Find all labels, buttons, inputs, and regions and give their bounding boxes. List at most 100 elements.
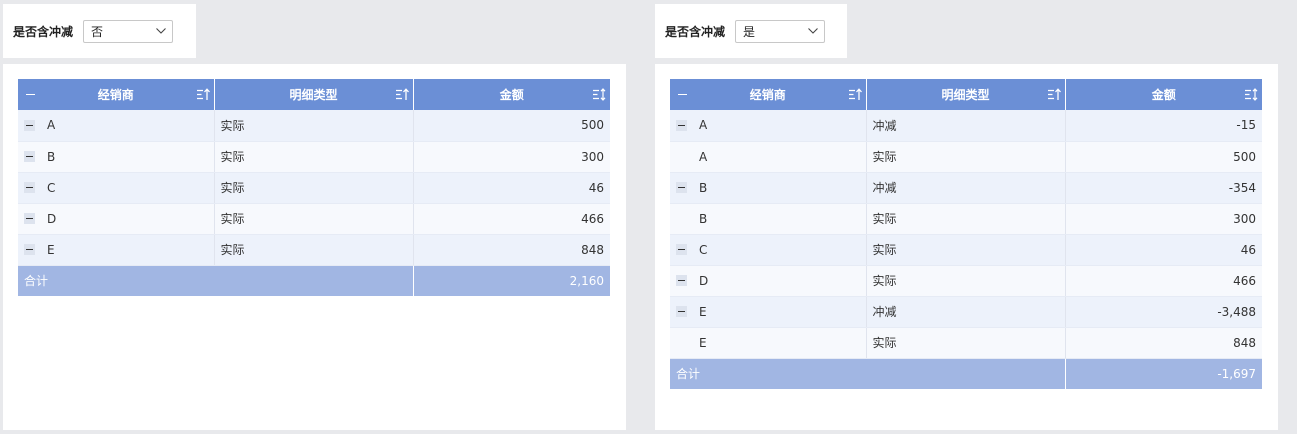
table-row: D 实际 466 bbox=[670, 265, 1262, 297]
dealer-label: E bbox=[47, 242, 55, 257]
cell-dealer: A bbox=[18, 110, 215, 142]
sort-toggle-icon[interactable] bbox=[1244, 88, 1258, 101]
cell-dealer: E bbox=[670, 327, 867, 359]
total-amount: -1,697 bbox=[1065, 358, 1262, 389]
total-amount: 2,160 bbox=[413, 265, 610, 296]
dealer-label: E bbox=[699, 304, 707, 319]
cell-detail-type: 实际 bbox=[866, 265, 1066, 297]
cell-dealer: A bbox=[670, 110, 867, 142]
cell-amount: 500 bbox=[1065, 141, 1262, 173]
cell-dealer: C bbox=[18, 172, 215, 204]
cell-detail-type: 实际 bbox=[214, 141, 414, 173]
dealer-label: C bbox=[47, 180, 56, 195]
table-row: C 实际 46 bbox=[670, 234, 1262, 266]
collapse-minus-icon[interactable] bbox=[676, 275, 687, 286]
collapse-minus-icon[interactable] bbox=[676, 182, 687, 193]
cell-detail-type: 实际 bbox=[866, 327, 1066, 359]
total-row: 合计 2,160 bbox=[18, 265, 610, 296]
cell-amount: 46 bbox=[413, 172, 610, 204]
table-row: A 实际 500 bbox=[18, 110, 610, 142]
cell-detail-type: 实际 bbox=[214, 172, 414, 204]
collapse-minus-icon[interactable] bbox=[24, 151, 35, 162]
collapse-minus-icon[interactable] bbox=[676, 306, 687, 317]
cell-dealer: B bbox=[18, 141, 215, 173]
header-dealer[interactable]: 经销商 bbox=[670, 79, 867, 110]
dealer-label: C bbox=[699, 242, 708, 257]
header-label: 明细类型 bbox=[289, 88, 338, 102]
sort-ascending-icon[interactable] bbox=[848, 88, 862, 101]
pivot-table-right: 经销商 明细类型 金额 A 冲减 -15 A 实际 500 B 冲减 -354 … bbox=[670, 79, 1262, 389]
cell-amount: 500 bbox=[413, 110, 610, 142]
cell-amount: 848 bbox=[1065, 327, 1262, 359]
table-row: C 实际 46 bbox=[18, 172, 610, 204]
cell-detail-type: 实际 bbox=[866, 141, 1066, 173]
collapse-minus-icon[interactable] bbox=[676, 244, 687, 255]
cell-amount: 466 bbox=[413, 203, 610, 235]
dealer-label: B bbox=[699, 180, 708, 195]
offset-filter-select[interactable]: 否 bbox=[83, 19, 174, 43]
header-dealer[interactable]: 经销商 bbox=[18, 79, 215, 110]
collapse-all-icon[interactable] bbox=[26, 94, 35, 95]
cell-dealer: B bbox=[670, 203, 867, 235]
cell-dealer: C bbox=[670, 234, 867, 266]
cell-detail-type: 实际 bbox=[866, 234, 1066, 266]
cell-dealer: B bbox=[670, 172, 867, 204]
header-amount[interactable]: 金额 bbox=[1065, 79, 1262, 110]
cell-detail-type: 冲减 bbox=[866, 172, 1066, 204]
header-label: 明细类型 bbox=[941, 88, 990, 102]
select-value: 是 bbox=[743, 24, 756, 39]
table-body-left: A 实际 500 B 实际 300 C 实际 46 D 实际 466 E 实际 848 合计 2,160 bbox=[18, 110, 610, 296]
cell-amount: 466 bbox=[1065, 265, 1262, 297]
cell-dealer: D bbox=[670, 265, 867, 297]
pivot-table-left: 经销商 明细类型 金额 A 实际 500 B 实际 300 C 实际 46 D … bbox=[18, 79, 610, 296]
table-row: A 实际 500 bbox=[670, 141, 1262, 173]
cell-amount: 300 bbox=[1065, 203, 1262, 235]
table-panel-right: 经销商 明细类型 金额 A 冲减 -15 A 实际 500 B 冲减 -354 … bbox=[655, 64, 1278, 430]
total-label: 合计 bbox=[18, 265, 414, 296]
collapse-minus-icon[interactable] bbox=[24, 213, 35, 224]
header-label: 经销商 bbox=[97, 88, 134, 102]
chevron-down-icon bbox=[808, 28, 818, 34]
cell-amount: -3,488 bbox=[1065, 296, 1262, 328]
table-row: B 实际 300 bbox=[18, 141, 610, 173]
dealer-label: A bbox=[699, 149, 708, 164]
header-label: 经销商 bbox=[749, 88, 786, 102]
dealer-label: B bbox=[699, 211, 708, 226]
collapse-all-icon[interactable] bbox=[678, 94, 687, 95]
table-row: A 冲减 -15 bbox=[670, 110, 1262, 142]
header-amount[interactable]: 金额 bbox=[413, 79, 610, 110]
dealer-label: D bbox=[699, 273, 709, 288]
header-label: 金额 bbox=[1151, 88, 1176, 102]
cell-detail-type: 冲减 bbox=[866, 110, 1066, 142]
table-row: E 实际 848 bbox=[18, 234, 610, 266]
cell-dealer: E bbox=[670, 296, 867, 328]
cell-amount: 46 bbox=[1065, 234, 1262, 266]
dealer-label: E bbox=[699, 335, 707, 350]
table-row: B 实际 300 bbox=[670, 203, 1262, 235]
cell-dealer: D bbox=[18, 203, 215, 235]
header-label: 金额 bbox=[499, 88, 524, 102]
collapse-minus-icon[interactable] bbox=[24, 182, 35, 193]
offset-filter-select[interactable]: 是 bbox=[735, 19, 826, 43]
cell-amount: -354 bbox=[1065, 172, 1262, 204]
sort-toggle-icon[interactable] bbox=[592, 88, 606, 101]
collapse-minus-icon[interactable] bbox=[24, 244, 35, 255]
cell-amount: 848 bbox=[413, 234, 610, 266]
sort-ascending-icon[interactable] bbox=[196, 88, 210, 101]
cell-dealer: A bbox=[670, 141, 867, 173]
collapse-minus-icon[interactable] bbox=[24, 119, 35, 131]
header-detail-type[interactable]: 明细类型 bbox=[866, 79, 1066, 110]
dealer-label: D bbox=[47, 211, 57, 226]
sort-ascending-icon[interactable] bbox=[395, 88, 409, 101]
table-panel-left: 经销商 明细类型 金额 A 实际 500 B 实际 300 C 实际 46 D … bbox=[3, 64, 626, 430]
cell-detail-type: 实际 bbox=[214, 110, 414, 142]
header-detail-type[interactable]: 明细类型 bbox=[214, 79, 414, 110]
chevron-down-icon bbox=[156, 28, 166, 34]
collapse-minus-icon[interactable] bbox=[676, 119, 687, 131]
cell-amount: -15 bbox=[1065, 110, 1262, 142]
dealer-label: B bbox=[47, 149, 56, 164]
filter-label: 是否含冲减 bbox=[13, 24, 74, 39]
sort-ascending-icon[interactable] bbox=[1047, 88, 1061, 101]
table-header-row: 经销商 明细类型 金额 bbox=[670, 79, 1262, 110]
cell-amount: 300 bbox=[413, 141, 610, 173]
